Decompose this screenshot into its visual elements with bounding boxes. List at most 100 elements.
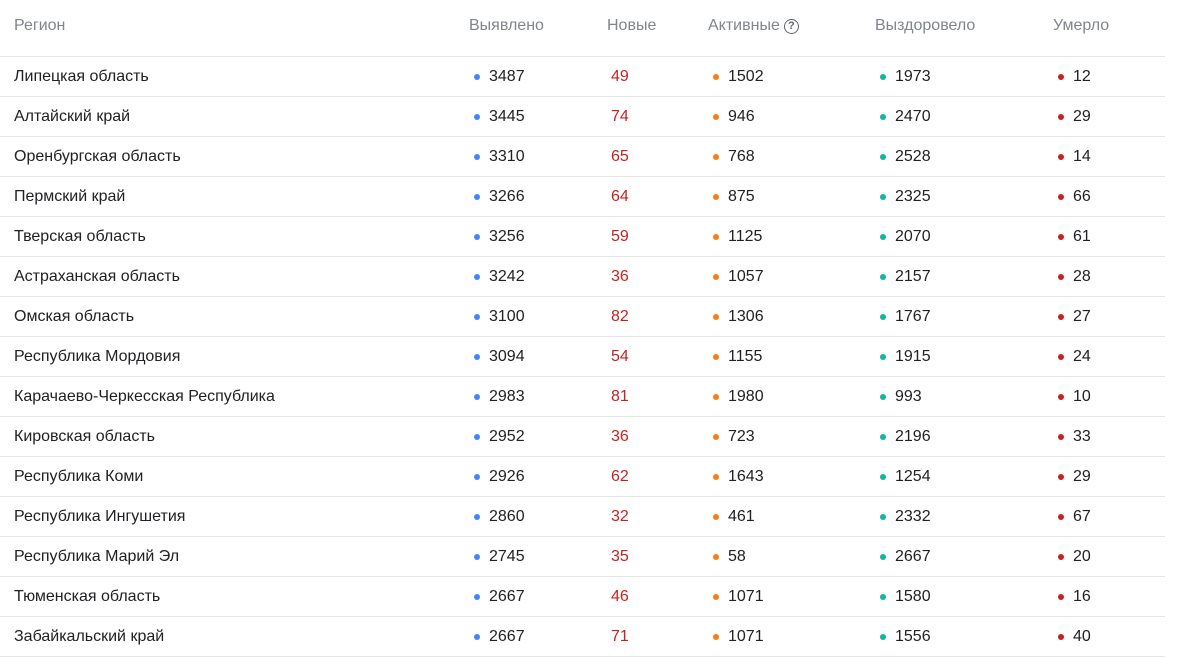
recovered-cell: 2332 (880, 497, 931, 536)
dead-value: 16 (1073, 587, 1091, 605)
table-row[interactable]: Республика Ингушетия 2860 32 461 2332 67 (0, 497, 1165, 537)
dead-cell: 27 (1058, 297, 1091, 336)
active-dot-icon (713, 593, 719, 600)
recovered-value: 1580 (895, 587, 931, 605)
found-value: 3487 (489, 67, 525, 85)
new-value: 62 (611, 467, 629, 485)
dead-value: 12 (1073, 67, 1091, 85)
table-row[interactable]: Карачаево-Черкесская Республика 2983 81 … (0, 377, 1165, 417)
table-row[interactable]: Тюменская область 2667 46 1071 1580 16 (0, 577, 1165, 617)
recovered-dot-icon (880, 273, 886, 280)
recovered-dot-icon (880, 553, 886, 560)
table-row[interactable]: Республика Марий Эл 2745 35 58 2667 20 (0, 537, 1165, 577)
active-value: 461 (728, 507, 755, 525)
recovered-cell: 2325 (880, 177, 931, 216)
found-value: 3256 (489, 227, 525, 245)
header-found[interactable]: Выявлено (469, 0, 544, 54)
found-cell: 2667 (474, 617, 525, 656)
header-new[interactable]: Новые (607, 0, 656, 54)
found-value: 3445 (489, 107, 525, 125)
new-value: 64 (611, 187, 629, 205)
recovered-dot-icon (880, 353, 886, 360)
found-value: 3100 (489, 307, 525, 325)
header-region[interactable]: Регион (14, 0, 65, 54)
active-dot-icon (713, 513, 719, 520)
recovered-cell: 2157 (880, 257, 931, 296)
recovered-dot-icon (880, 193, 886, 200)
table-header: Регион Выявлено Новые Активные ? Выздоро… (0, 0, 1165, 57)
dead-value: 28 (1073, 267, 1091, 285)
dead-cell: 29 (1058, 97, 1091, 136)
table-row[interactable]: Оренбургская область 3310 65 768 2528 14 (0, 137, 1165, 177)
found-cell: 2860 (474, 497, 525, 536)
table-row[interactable]: Республика Коми 2926 62 1643 1254 29 (0, 457, 1165, 497)
header-recovered[interactable]: Выздоровело (875, 0, 975, 54)
dead-value: 27 (1073, 307, 1091, 325)
region-name: Республика Коми (14, 467, 144, 485)
found-dot-icon (474, 113, 480, 120)
region-name: Омская область (14, 307, 135, 325)
recovered-dot-icon (880, 433, 886, 440)
new-cell: 62 (611, 457, 629, 496)
table-row[interactable]: Липецкая область 3487 49 1502 1973 12 (0, 57, 1165, 97)
dead-value: 67 (1073, 507, 1091, 525)
found-value: 2745 (489, 547, 525, 565)
table-row[interactable]: Тверская область 3256 59 1125 2070 61 (0, 217, 1165, 257)
found-dot-icon (474, 313, 480, 320)
new-cell: 74 (611, 97, 629, 136)
region-name: Кировская область (14, 427, 155, 445)
active-dot-icon (713, 273, 719, 280)
region-name: Липецкая область (14, 67, 149, 85)
new-value: 81 (611, 387, 629, 405)
table-row[interactable]: Омская область 3100 82 1306 1767 27 (0, 297, 1165, 337)
found-value: 2667 (489, 627, 525, 645)
dead-dot-icon (1058, 473, 1064, 480)
recovered-cell: 1254 (880, 457, 931, 496)
table-row[interactable]: Алтайский край 3445 74 946 2470 29 (0, 97, 1165, 137)
dead-cell: 20 (1058, 537, 1091, 576)
active-cell: 1643 (713, 457, 764, 496)
recovered-dot-icon (880, 633, 886, 640)
recovered-value: 2528 (895, 147, 931, 165)
active-dot-icon (713, 153, 719, 160)
region-name: Алтайский край (14, 107, 131, 125)
recovered-cell: 2196 (880, 417, 931, 456)
dead-dot-icon (1058, 193, 1064, 200)
recovered-dot-icon (880, 313, 886, 320)
found-dot-icon (474, 273, 480, 280)
table-row[interactable]: Республика Мордовия 3094 54 1155 1915 24 (0, 337, 1165, 377)
table-row[interactable]: Астраханская область 3242 36 1057 2157 2… (0, 257, 1165, 297)
region-name: Оренбургская область (14, 147, 181, 165)
found-cell: 3266 (474, 177, 525, 216)
found-value: 2926 (489, 467, 525, 485)
active-cell: 1057 (713, 257, 764, 296)
active-cell: 946 (713, 97, 755, 136)
active-cell: 1125 (713, 217, 762, 256)
header-dead[interactable]: Умерло (1053, 0, 1109, 54)
new-value: 71 (611, 627, 629, 645)
recovered-cell: 2470 (880, 97, 931, 136)
dead-dot-icon (1058, 553, 1064, 560)
header-active[interactable]: Активные ? (708, 0, 799, 54)
active-cell: 1155 (713, 337, 762, 376)
new-cell: 81 (611, 377, 629, 416)
recovered-dot-icon (880, 113, 886, 120)
active-dot-icon (713, 553, 719, 560)
table-row[interactable]: Кировская область 2952 36 723 2196 33 (0, 417, 1165, 457)
table-row[interactable]: Забайкальский край 2667 71 1071 1556 40 (0, 617, 1165, 657)
active-value: 723 (728, 427, 755, 445)
dead-dot-icon (1058, 633, 1064, 640)
active-cell: 58 (713, 537, 746, 576)
table-row[interactable]: Пермский край 3266 64 875 2325 66 (0, 177, 1165, 217)
dead-value: 33 (1073, 427, 1091, 445)
new-value: 65 (611, 147, 629, 165)
active-cell: 461 (713, 497, 755, 536)
active-value: 1071 (728, 627, 764, 645)
active-dot-icon (713, 353, 719, 360)
help-icon[interactable]: ? (783, 18, 799, 34)
found-value: 2667 (489, 587, 525, 605)
recovered-cell: 1580 (880, 577, 931, 616)
active-dot-icon (713, 193, 719, 200)
dead-cell: 12 (1058, 57, 1091, 96)
found-cell: 3094 (474, 337, 525, 376)
